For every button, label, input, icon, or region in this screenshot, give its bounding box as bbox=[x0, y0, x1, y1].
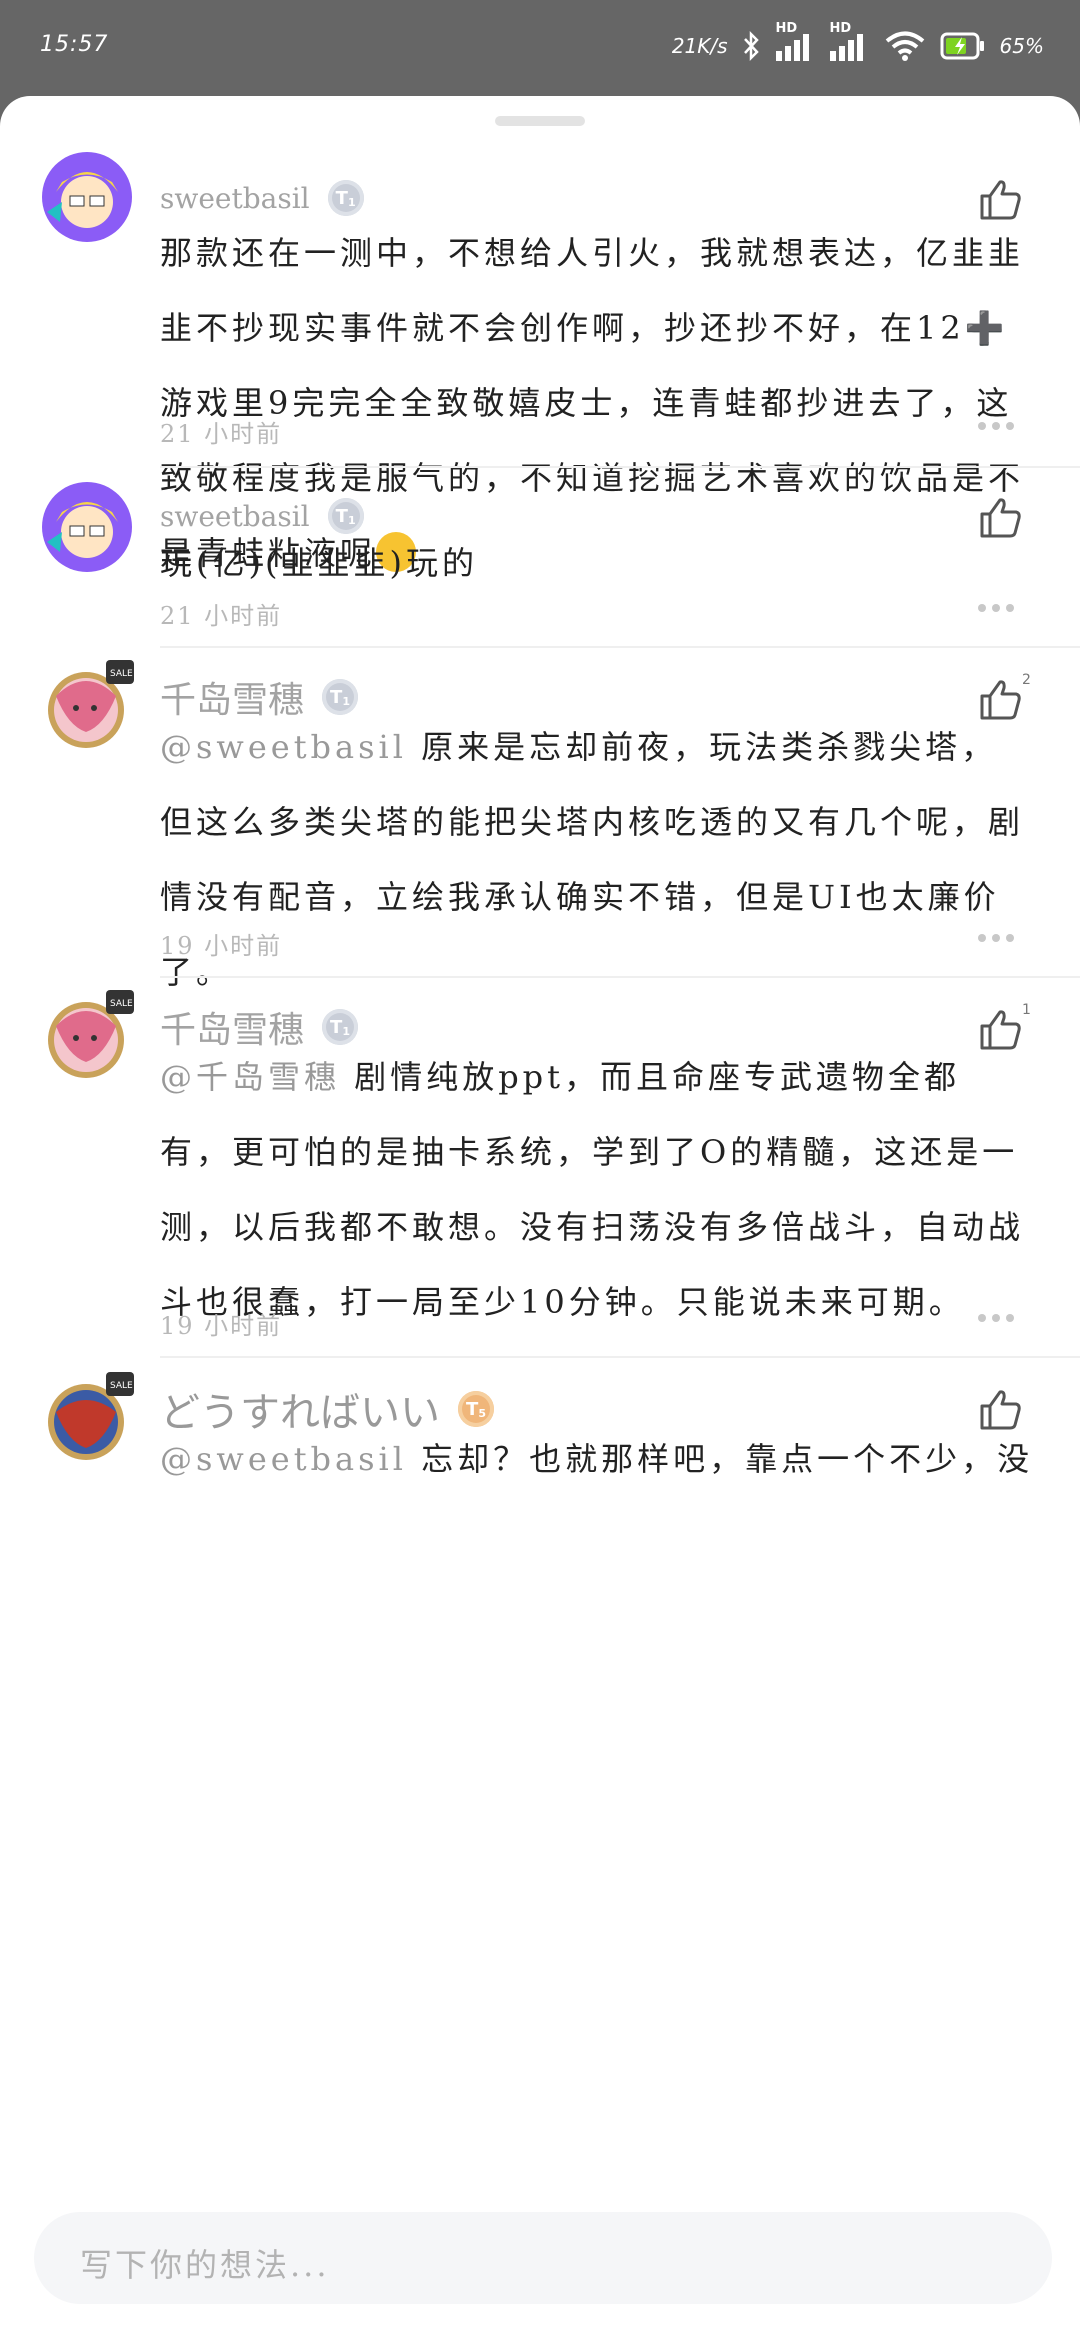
comment-text: @sweetbasil 忘却？也就那样吧，靠点一个不少，没什 bbox=[160, 1422, 1030, 1497]
drag-handle[interactable] bbox=[495, 116, 585, 126]
comment-time: 19 小时前 bbox=[160, 1312, 283, 1340]
status-bar: 15:57 21K/s HD HD 65% bbox=[0, 0, 1080, 96]
divider bbox=[160, 976, 1080, 978]
mention-link[interactable]: @sweetbasil bbox=[160, 728, 407, 766]
wifi-icon bbox=[884, 30, 926, 62]
battery-percent: 65% bbox=[999, 34, 1044, 58]
comment-body: 忘却？也就那样吧，靠点一个不少，没什 bbox=[421, 1440, 1030, 1478]
avatar[interactable] bbox=[42, 482, 132, 572]
divider bbox=[160, 646, 1080, 648]
more-options-icon[interactable] bbox=[978, 934, 1018, 944]
comment-body: 原来是忘却前夜，玩法类杀戮尖塔，但这么多类尖塔的能把尖塔内核吃透的又有几个呢，剧… bbox=[160, 728, 1025, 991]
level-number: 1 bbox=[342, 1024, 350, 1038]
comment-text: @千岛雪穗 剧情纯放ppt，而且命座专武遗物全都有，更可怕的是抽卡系统，学到了O… bbox=[160, 1040, 1030, 1340]
level-number: 1 bbox=[347, 513, 356, 527]
svg-text:SALE: SALE bbox=[110, 1381, 133, 1391]
comment-body: 剧情纯放ppt，而且命座专武遗物全都有，更可怕的是抽卡系统，学到了O的精髓，这还… bbox=[160, 1058, 1025, 1321]
svg-text:SALE: SALE bbox=[110, 669, 133, 679]
mention-link[interactable]: @千岛雪穗 bbox=[160, 1058, 340, 1096]
like-count: 1 bbox=[1022, 1002, 1031, 1018]
username[interactable]: sweetbasil bbox=[160, 182, 310, 215]
network-speed: 21K/s bbox=[671, 34, 728, 58]
level-number: 1 bbox=[342, 694, 350, 708]
avatar[interactable]: SALE bbox=[34, 656, 138, 760]
avatar[interactable] bbox=[42, 152, 132, 242]
signal-icon-1: HD bbox=[775, 21, 816, 61]
avatar[interactable]: SALE bbox=[34, 986, 138, 1090]
comment-time: 21 小时前 bbox=[160, 602, 283, 630]
level-badge: T1 bbox=[327, 180, 364, 216]
level-number: 1 bbox=[347, 195, 356, 209]
more-options-icon[interactable] bbox=[978, 604, 1018, 614]
hd-label-1: HD bbox=[775, 21, 798, 36]
signal-icon-2: HD bbox=[829, 21, 870, 61]
status-time: 15:57 bbox=[40, 32, 109, 57]
like-count: 2 bbox=[1022, 672, 1031, 688]
comment-text: 玩(亿)(韭韭韭)玩的 bbox=[160, 544, 478, 582]
comment-time: 21 小时前 bbox=[160, 420, 283, 448]
divider bbox=[160, 466, 1080, 468]
mention-link[interactable]: @sweetbasil bbox=[160, 1440, 407, 1478]
avatar[interactable]: SALE bbox=[34, 1368, 138, 1472]
hd-label-2: HD bbox=[829, 21, 852, 36]
more-options-icon[interactable] bbox=[978, 1314, 1018, 1324]
comment-time: 19 小时前 bbox=[160, 932, 283, 960]
comments-sheet: sweetbasil T1 那款还在一测中，不想给人引火，我就想表达，亿韭韭韭不… bbox=[0, 96, 1080, 2340]
comment-input-placeholder[interactable]: 写下你的想法... bbox=[80, 2240, 330, 2286]
divider bbox=[160, 1356, 1080, 1358]
bluetooth-icon bbox=[742, 30, 762, 62]
svg-text:SALE: SALE bbox=[110, 999, 133, 1009]
battery-icon bbox=[940, 31, 986, 61]
comment-text: @sweetbasil 原来是忘却前夜，玩法类杀戮尖塔，但这么多类尖塔的能把尖塔… bbox=[160, 710, 1030, 1010]
status-icons: 21K/s HD HD 65% bbox=[671, 21, 1044, 66]
level-number: 5 bbox=[478, 1406, 486, 1420]
more-options-icon[interactable] bbox=[978, 422, 1018, 432]
